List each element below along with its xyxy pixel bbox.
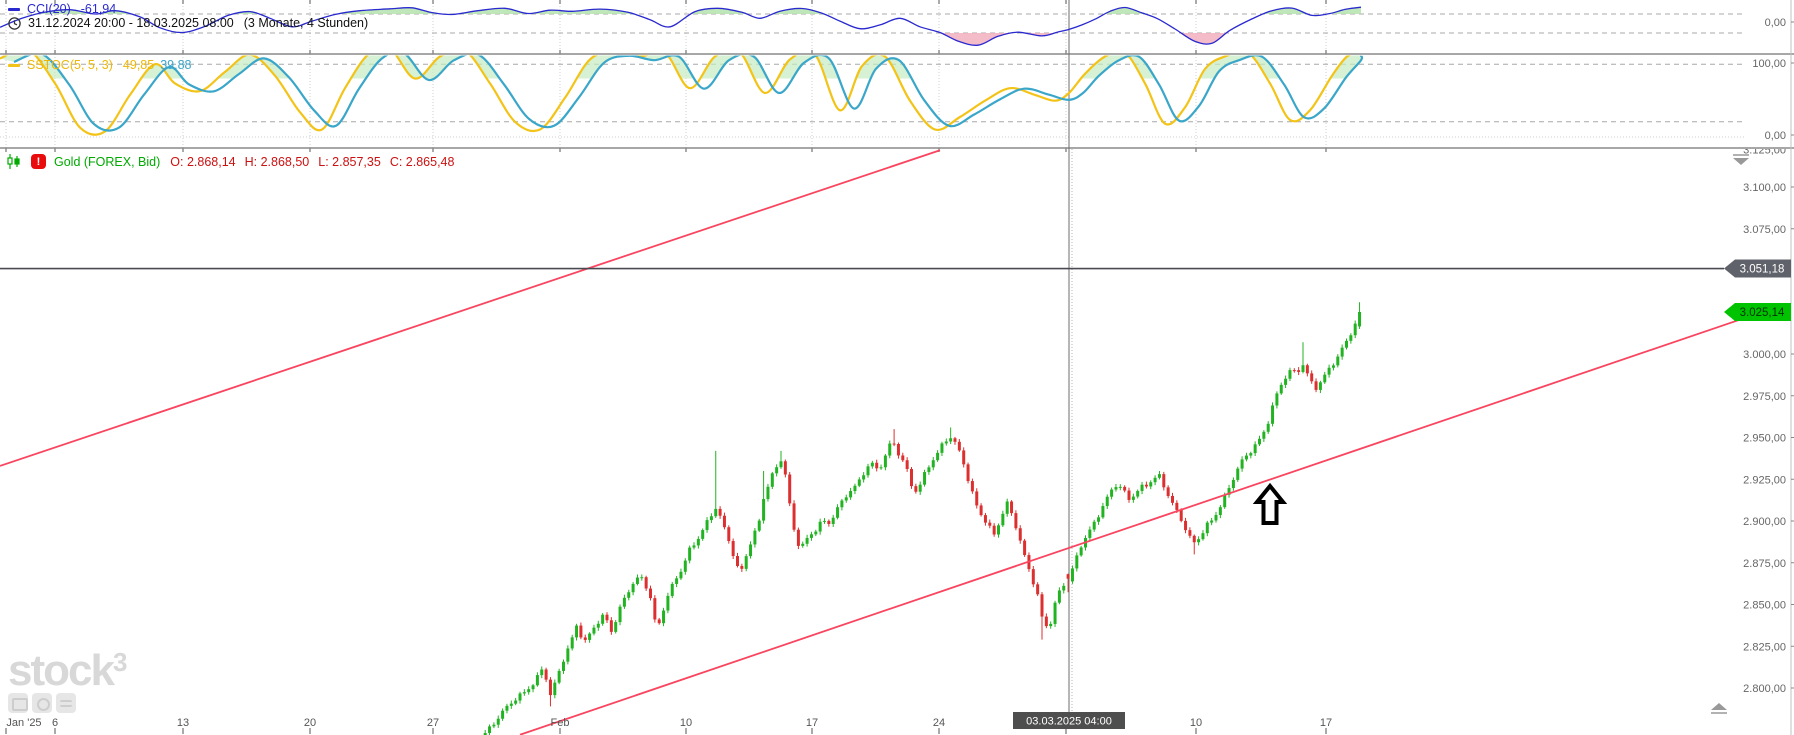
cci-legend[interactable]: CCI(20) -61,94 xyxy=(8,2,116,16)
svg-text:6: 6 xyxy=(52,717,58,729)
clock-icon xyxy=(8,16,21,30)
cci-color-swatch xyxy=(8,7,20,11)
svg-text:2.850,00: 2.850,00 xyxy=(1743,600,1786,612)
collapse-panel-down-button[interactable] xyxy=(1711,703,1727,714)
svg-text:2.900,00: 2.900,00 xyxy=(1743,516,1786,528)
svg-text:10: 10 xyxy=(680,717,692,729)
svg-text:0,00: 0,00 xyxy=(1765,130,1786,142)
ohlc-open: O: 2.868,14 xyxy=(170,154,236,169)
ohlc-low: L: 2.857,35 xyxy=(318,154,381,169)
trendline-2[interactable] xyxy=(519,318,1743,735)
visible-range-text: 31.12.2024 20:00 - 18.03.2025 08:00 xyxy=(28,16,234,30)
svg-text:2.975,00: 2.975,00 xyxy=(1743,391,1786,403)
sstoc-k-value: 49,85 xyxy=(122,58,155,72)
up-arrow-annotation[interactable] xyxy=(1252,482,1288,525)
svg-text:3.051,18: 3.051,18 xyxy=(1740,264,1785,276)
svg-text:Feb: Feb xyxy=(551,717,570,729)
svg-text:2.925,00: 2.925,00 xyxy=(1743,474,1786,486)
sstoc-color-swatch xyxy=(8,63,20,67)
svg-text:20: 20 xyxy=(304,717,316,729)
chart-canvas[interactable]: 3.125,00 3.100,00 3.075,00 3.000,00 2.975,00… xyxy=(0,0,1794,735)
trendline-1[interactable] xyxy=(0,149,941,467)
svg-text:3.100,00: 3.100,00 xyxy=(1743,182,1786,194)
ohlc-high: H: 2.868,50 xyxy=(244,154,310,169)
time-axis: Jan '25 6 13 20 27 Feb 10 17 24 10 17 03.03.2025 04… xyxy=(6,712,1332,729)
svg-text:2.950,00: 2.950,00 xyxy=(1743,433,1786,445)
svg-text:0,00: 0,00 xyxy=(1765,17,1786,29)
svg-text:03.03.2025 04:00: 03.03.2025 04:00 xyxy=(1026,716,1112,728)
svg-text:2.800,00: 2.800,00 xyxy=(1743,683,1786,695)
gridlines xyxy=(0,0,1794,735)
svg-text:Jan '25: Jan '25 xyxy=(6,717,41,729)
svg-text:2.825,00: 2.825,00 xyxy=(1743,641,1786,653)
svg-text:17: 17 xyxy=(1320,717,1332,729)
price-axis: 3.125,00 3.100,00 3.075,00 3.000,00 2.975,00… xyxy=(1724,17,1794,695)
sstoc-d-value: 39,88 xyxy=(160,58,192,72)
svg-text:27: 27 xyxy=(427,717,439,729)
svg-text:10: 10 xyxy=(1190,717,1202,729)
trading-chart[interactable]: stock3 3.125,00 3.100,00 3.075,00 3.000,00 2… xyxy=(0,0,1794,735)
candlestick-icon xyxy=(7,154,20,169)
svg-text:3.000,00: 3.000,00 xyxy=(1743,349,1786,361)
cci-label[interactable]: CCI(20) xyxy=(27,2,71,16)
visible-range-legend: 31.12.2024 20:00 - 18.03.2025 08:00 (3 M… xyxy=(8,16,368,30)
svg-text:17: 17 xyxy=(806,717,818,729)
svg-text:2.875,00: 2.875,00 xyxy=(1743,558,1786,570)
sstoc-indicator xyxy=(0,55,1364,136)
sstoc-legend[interactable]: SSTOC(5, 5, 3) 49,85 39,88 xyxy=(8,58,191,72)
svg-text:100,00: 100,00 xyxy=(1752,58,1786,70)
crosshair-date-tag: 03.03.2025 04:00 xyxy=(1013,712,1125,729)
instrument-legend[interactable]: ! Gold (FOREX, Bid) O: 2.868,14 H: 2.868… xyxy=(6,154,463,169)
sstoc-label[interactable]: SSTOC(5, 5, 3) xyxy=(27,58,113,72)
svg-text:3.125,00: 3.125,00 xyxy=(1743,144,1786,156)
svg-text:13: 13 xyxy=(177,717,189,729)
timeframe-text: (3 Monate, 4 Stunden) xyxy=(243,16,369,30)
instrument-name[interactable]: Gold (FOREX, Bid) xyxy=(54,155,160,169)
alert-icon[interactable]: ! xyxy=(31,154,46,169)
ohlc-close: C: 2.865,48 xyxy=(389,154,455,169)
collapse-panel-up-button[interactable] xyxy=(1733,154,1749,165)
price-tag: 3.025,14 xyxy=(1724,303,1791,322)
candlestick-series xyxy=(483,302,1362,735)
svg-text:3.075,00: 3.075,00 xyxy=(1743,224,1786,236)
svg-text:3.025,14: 3.025,14 xyxy=(1740,307,1785,319)
cci-value: -61,94 xyxy=(80,2,117,16)
svg-text:24: 24 xyxy=(933,717,945,729)
price-tag: 3.051,18 xyxy=(1724,259,1791,278)
